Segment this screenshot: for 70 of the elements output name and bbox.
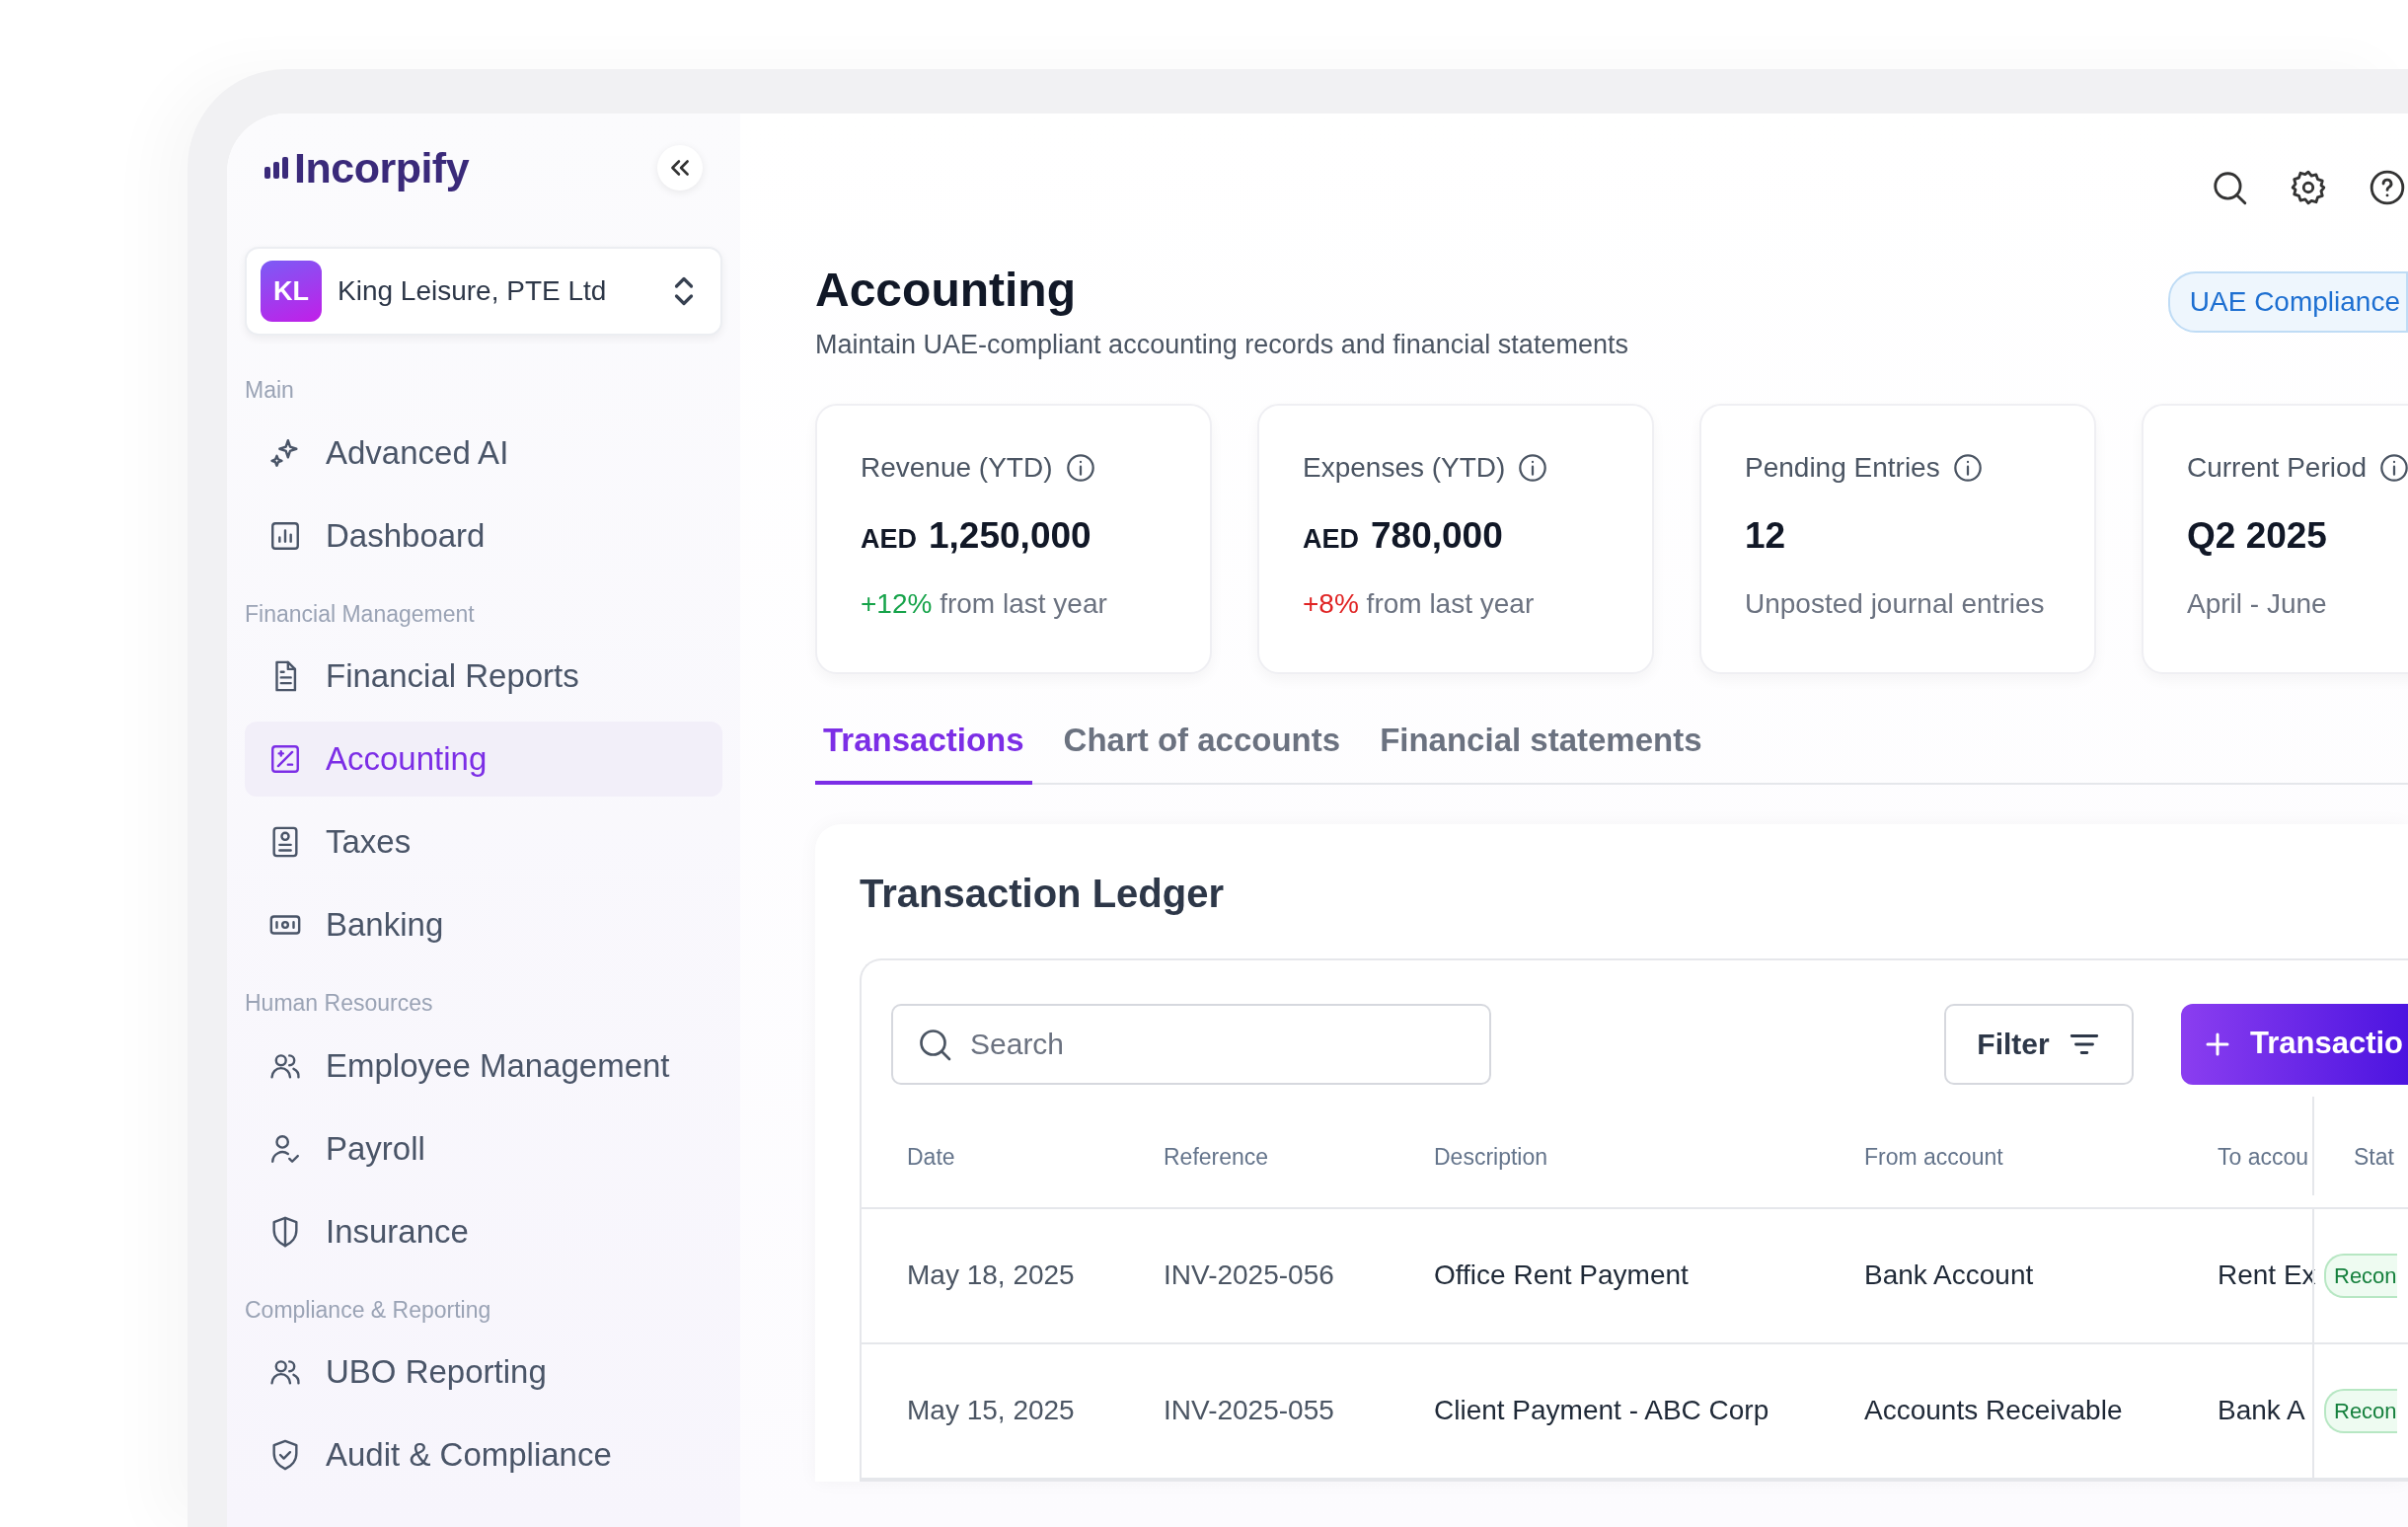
stat-value: 1,250,000	[929, 515, 1091, 557]
section-heading: Main	[245, 376, 295, 405]
section-heading: Human Resources	[245, 989, 434, 1018]
stat-label: Pending Entries	[1745, 451, 1940, 486]
nav-item[interactable]: Advanced AI	[245, 415, 722, 491]
table-cell: Client Payment - ABC Corp	[1434, 1395, 1769, 1426]
nav-item[interactable]: Banking	[245, 887, 722, 962]
percent-icon	[268, 742, 302, 776]
table-cell: INV-2025-056	[1164, 1260, 1334, 1291]
nav-item[interactable]: Financial Reports	[245, 639, 722, 714]
nav-item[interactable]: UBO Reporting	[245, 1335, 722, 1410]
column-header: Reference	[1164, 1144, 1269, 1171]
search-icon[interactable]	[2211, 169, 2248, 206]
add-transaction-button[interactable]: Transactio	[2181, 1003, 2408, 1085]
nav-item[interactable]: Insurance	[245, 1193, 722, 1269]
filter-button[interactable]: Filter	[1944, 1003, 2134, 1085]
tab[interactable]: Financial statements	[1372, 704, 1710, 785]
info-icon[interactable]	[2378, 452, 2408, 485]
tab[interactable]: Chart of accounts	[1055, 704, 1349, 785]
collapse-sidebar-button[interactable]	[657, 145, 703, 191]
info-icon[interactable]	[1064, 452, 1096, 485]
table-cell: Office Rent Payment	[1434, 1260, 1689, 1291]
section-title: Transaction Ledger	[860, 870, 1225, 917]
stat-label: Revenue (YTD)	[861, 451, 1053, 486]
stat-value: 12	[1745, 515, 1786, 557]
section-heading: Compliance & Reporting	[245, 1295, 492, 1325]
status-badge: Recon	[2324, 1388, 2397, 1433]
nav-item[interactable]: Employee Management	[245, 1028, 722, 1104]
stat-note: April - June	[2187, 587, 2327, 619]
nav-item[interactable]: Accounting	[245, 722, 722, 797]
settings-icon[interactable]	[2290, 169, 2327, 206]
stat-label: Expenses (YTD)	[1303, 451, 1506, 486]
stat-note: from last year	[1366, 587, 1535, 619]
help-icon[interactable]	[2369, 169, 2406, 206]
page-title: Accounting	[815, 263, 1077, 318]
column-header: Description	[1434, 1144, 1548, 1171]
change-value: +12%	[861, 587, 933, 619]
status-badge: Recon	[2324, 1253, 2397, 1298]
table-cell: Bank A	[2218, 1395, 2305, 1426]
column-header: Stat	[2354, 1143, 2394, 1173]
stat-note: from last year	[940, 587, 1107, 619]
page-subtitle: Maintain UAE-compliant accounting records and financial statements	[815, 328, 1628, 361]
search-field[interactable]: Search	[891, 1003, 1491, 1085]
table-cell: INV-2025-055	[1164, 1395, 1334, 1426]
info-icon[interactable]	[1951, 452, 1984, 485]
organization-selector[interactable]: KL King Leisure, PTE Ltd	[245, 247, 722, 336]
compliance-badge: UAE Compliance	[2167, 271, 2408, 333]
column-header: Date	[907, 1144, 955, 1171]
nav-item[interactable]: Dashboard	[245, 497, 722, 573]
nav-item[interactable]: Taxes	[245, 804, 722, 879]
stat-label: Current Period	[2187, 451, 2368, 486]
table-cell: May 15, 2025	[907, 1395, 1075, 1426]
column-header: From account	[1864, 1144, 2003, 1171]
logo-text: Incorpify	[294, 142, 470, 193]
nav-item[interactable]: Payroll	[245, 1110, 722, 1186]
change-value: +8%	[1303, 587, 1359, 619]
column-header: To accou	[2218, 1144, 2309, 1171]
tab[interactable]: Transactions	[815, 704, 1032, 785]
info-icon[interactable]	[1517, 452, 1549, 485]
stat-value: 780,000	[1371, 515, 1503, 557]
table-cell: May 18, 2025	[907, 1260, 1075, 1291]
section-heading: Financial Management	[245, 599, 476, 629]
currency-label: AED	[1303, 524, 1359, 555]
table-cell: Bank Account	[1864, 1260, 2034, 1291]
stat-value: Q2 2025	[2187, 515, 2327, 557]
currency-label: AED	[861, 524, 917, 555]
logo-bars-icon	[264, 157, 290, 179]
table-cell: Accounts Receivable	[1864, 1395, 2123, 1426]
nav-item[interactable]: Audit & Compliance	[245, 1417, 722, 1492]
stat-note: Unposted journal entries	[1745, 587, 2045, 619]
